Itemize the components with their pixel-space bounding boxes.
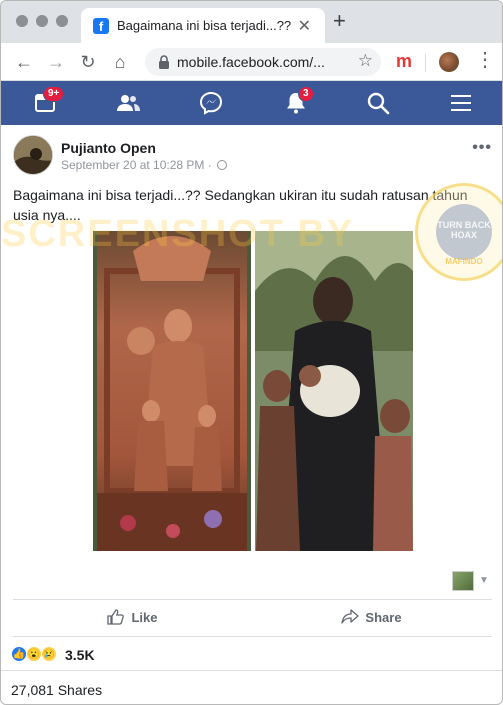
home-badge: 9+ — [43, 86, 65, 102]
post-timestamp[interactable]: September 20 at 10:28 PM · — [61, 158, 228, 172]
friends-icon[interactable] — [116, 91, 140, 115]
url-text: mobile.facebook.com/... — [177, 54, 325, 70]
avatar-image — [14, 136, 52, 174]
seal-name: MAFINDO — [445, 257, 483, 266]
close-window-button[interactable] — [16, 15, 28, 27]
timestamp-text: September 20 at 10:28 PM · — [61, 158, 216, 172]
minimize-window-button[interactable] — [36, 15, 48, 27]
facebook-favicon-icon: f — [93, 18, 109, 34]
like-button[interactable]: Like — [13, 600, 252, 636]
caret-down-icon[interactable]: ▼ — [479, 575, 489, 586]
post-photo-carving[interactable] — [93, 231, 251, 551]
profile-avatar[interactable] — [439, 52, 459, 72]
post-photo-refugees[interactable] — [255, 231, 413, 551]
back-arrow-icon[interactable]: ← — [13, 51, 35, 73]
notifications-badge: 3 — [298, 86, 314, 102]
share-label: Share — [365, 610, 402, 625]
bookmark-star-icon[interactable]: ☆ — [358, 51, 373, 71]
lock-icon — [159, 55, 169, 69]
facebook-nav-bar: 9+ 3 — [1, 81, 502, 125]
address-bar[interactable]: mobile.facebook.com/... ☆ — [145, 48, 381, 76]
share-arrow-icon — [341, 609, 360, 624]
share-button[interactable]: Share — [252, 600, 491, 636]
wow-reaction-icon: 😮 — [26, 646, 42, 662]
new-tab-button[interactable]: + — [333, 10, 346, 32]
mafindo-seal: TURN BACK HOAX MAFINDO — [415, 183, 502, 281]
sad-reaction-icon: 😢 — [41, 646, 57, 662]
posting-as-avatar[interactable] — [452, 571, 474, 591]
tab-strip: f Bagaimana ini bisa terjadi...?? S ✕ + — [1, 1, 502, 43]
zoom-window-button[interactable] — [56, 15, 68, 27]
hamburger-menu-icon[interactable] — [449, 91, 473, 115]
reaction-count: 3.5K — [65, 647, 95, 663]
browser-tab[interactable]: f Bagaimana ini bisa terjadi...?? S ✕ — [81, 8, 325, 43]
action-bar: Like Share — [13, 599, 492, 637]
post-header: Pujianto Open September 20 at 10:28 PM ·… — [1, 125, 502, 185]
kebab-menu-icon[interactable]: ⋮ — [475, 49, 495, 71]
refugees-image — [255, 231, 413, 551]
messenger-icon[interactable] — [199, 91, 223, 115]
shares-count[interactable]: 27,081 Shares — [11, 682, 102, 698]
like-label: Like — [131, 610, 158, 625]
seal-text: TURN BACK HOAX — [436, 204, 492, 260]
globe-icon — [217, 160, 228, 170]
toolbar-divider — [425, 54, 426, 72]
browser-toolbar: ← → ↻ ⌂ mobile.facebook.com/... ☆ m ⋮ — [1, 43, 502, 81]
thumbs-up-icon — [107, 609, 125, 625]
screenshot-watermark: SCREENSHOT BY — [1, 213, 355, 255]
extension-icon[interactable]: m — [396, 52, 412, 70]
tab-close-icon[interactable]: ✕ — [298, 16, 311, 36]
reload-icon[interactable]: ↻ — [77, 51, 99, 73]
forward-arrow-icon[interactable]: → — [45, 51, 67, 73]
browser-window: f Bagaimana ini bisa terjadi...?? S ✕ + … — [0, 0, 503, 705]
author-name[interactable]: Pujianto Open — [61, 140, 156, 156]
author-avatar[interactable] — [13, 135, 53, 175]
search-icon[interactable] — [366, 91, 390, 115]
home-icon[interactable]: ⌂ — [109, 51, 131, 73]
reactions-summary[interactable]: 👍 😮 😢 3.5K — [1, 637, 502, 671]
post-options-icon[interactable]: ••• — [472, 139, 492, 157]
like-reaction-icon: 👍 — [11, 646, 27, 662]
tab-title: Bagaimana ini bisa terjadi...?? S — [117, 18, 293, 33]
carving-image — [93, 231, 251, 551]
